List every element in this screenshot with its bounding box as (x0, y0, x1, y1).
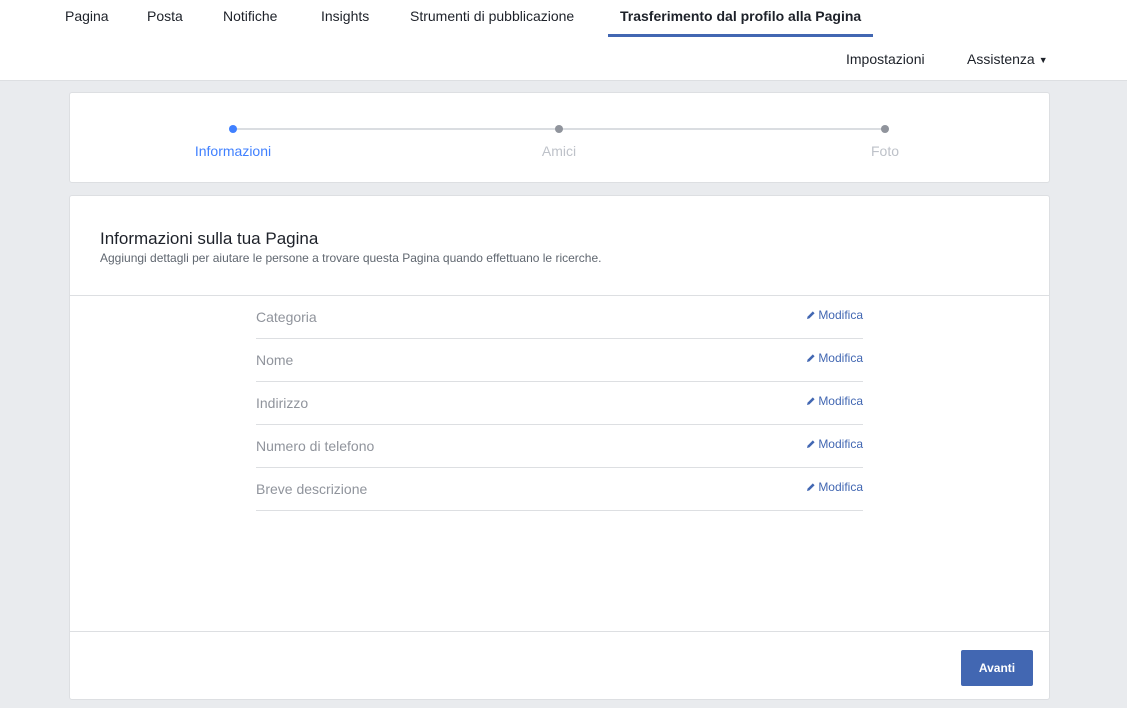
footer-divider (70, 631, 1049, 632)
row-label: Numero di telefono (256, 438, 375, 454)
tab-trasferimento-profilo-pagina[interactable]: Trasferimento dal profilo alla Pagina (608, 0, 874, 37)
help-dropdown[interactable]: Assistenza ▼ (967, 48, 1048, 72)
info-row-indirizzo: Indirizzo Modifica (256, 382, 863, 425)
tab-pagina[interactable]: Pagina (65, 0, 109, 37)
edit-nome-link[interactable]: Modifica (806, 351, 863, 365)
info-row-nome: Nome Modifica (256, 339, 863, 382)
edit-label: Modifica (818, 351, 863, 365)
pencil-icon (807, 397, 815, 405)
info-row-categoria: Categoria Modifica (256, 296, 863, 339)
edit-indirizzo-link[interactable]: Modifica (806, 394, 863, 408)
pencil-icon (807, 354, 815, 362)
step-dot-amici (555, 125, 563, 133)
info-row-breve-descrizione: Breve descrizione Modifica (256, 468, 863, 511)
tab-strumenti-di-pubblicazione[interactable]: Strumenti di pubblicazione (410, 0, 574, 37)
tab-posta[interactable]: Posta (147, 0, 183, 37)
edit-label: Modifica (818, 394, 863, 408)
step-label-foto: Foto (870, 143, 899, 159)
help-label: Assistenza (967, 51, 1035, 67)
caret-down-icon: ▼ (1038, 55, 1048, 65)
settings-link[interactable]: Impostazioni (846, 48, 925, 72)
edit-numero-telefono-link[interactable]: Modifica (806, 437, 863, 451)
progress-stepper: Informazioni Amici Foto (69, 92, 1050, 183)
top-navigation-bar: Pagina Posta Notifiche Insights Strument… (0, 0, 1127, 81)
row-label: Nome (256, 352, 294, 368)
row-label: Indirizzo (256, 395, 309, 411)
tab-insights[interactable]: Insights (321, 0, 369, 37)
row-label: Breve descrizione (256, 481, 368, 497)
page-info-card: Informazioni sulla tua Pagina Aggiungi d… (69, 195, 1050, 700)
section-title: Informazioni sulla tua Pagina (100, 229, 319, 248)
step-dot-informazioni (229, 125, 237, 133)
next-button[interactable]: Avanti (961, 650, 1033, 686)
edit-breve-descrizione-link[interactable]: Modifica (806, 480, 863, 494)
info-row-numero-telefono: Numero di telefono Modifica (256, 425, 863, 468)
edit-label: Modifica (818, 480, 863, 494)
step-dot-foto (881, 125, 889, 133)
pencil-icon (807, 440, 815, 448)
row-label: Categoria (256, 309, 317, 325)
edit-label: Modifica (818, 437, 863, 451)
tab-notifiche[interactable]: Notifiche (223, 0, 277, 37)
edit-label: Modifica (818, 308, 863, 322)
section-subtitle: Aggiungi dettagli per aiutare le persone… (100, 251, 602, 265)
edit-categoria-link[interactable]: Modifica (806, 308, 863, 322)
step-label-amici: Amici (541, 143, 577, 159)
pencil-icon (807, 311, 815, 319)
pencil-icon (807, 483, 815, 491)
step-label-informazioni[interactable]: Informazioni (153, 143, 313, 159)
